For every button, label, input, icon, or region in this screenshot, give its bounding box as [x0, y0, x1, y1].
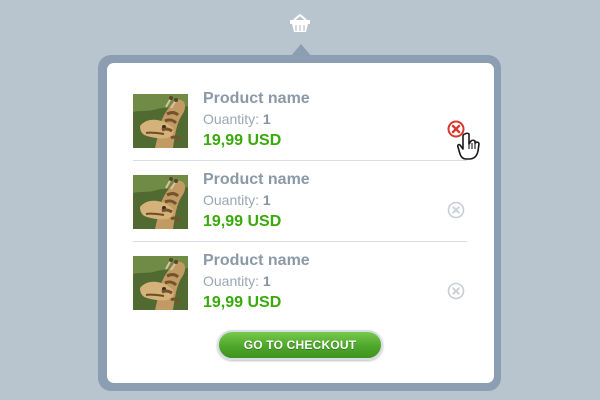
- hand-cursor-icon: [456, 132, 481, 160]
- remove-item-button[interactable]: [447, 282, 465, 300]
- quantity-line: Ouantity: 1: [203, 192, 271, 208]
- quantity-line: Ouantity: 1: [203, 111, 271, 127]
- remove-item-button[interactable]: [447, 201, 465, 219]
- product-price: 19,99 USD: [203, 132, 282, 149]
- giraffe-photo: [133, 256, 188, 310]
- item-divider: [133, 241, 467, 242]
- close-circle-icon: [447, 282, 465, 300]
- giraffe-photo: [133, 94, 188, 148]
- product-price: 19,99 USD: [203, 294, 282, 311]
- go-to-checkout-button[interactable]: GO TO CHECKOUT: [217, 330, 383, 360]
- product-price: 19,99 USD: [203, 213, 282, 230]
- quantity-label: Ouantity:: [203, 192, 260, 208]
- quantity-label: Ouantity:: [203, 111, 260, 127]
- quantity-value: 1: [262, 192, 271, 208]
- cart-item[interactable]: Product name Ouantity: 1 19,99 USD: [107, 170, 494, 248]
- cart-item[interactable]: Product name Ouantity: 1 19,99 USD: [107, 251, 494, 329]
- item-divider: [133, 160, 467, 161]
- giraffe-photo: [133, 175, 188, 229]
- mini-cart-panel: Product name Ouantity: 1 19,99 USD Produ…: [107, 63, 494, 383]
- quantity-value: 1: [262, 273, 271, 289]
- basket-icon[interactable]: [288, 13, 312, 34]
- product-name: Product name: [203, 171, 310, 188]
- quantity-line: Ouantity: 1: [203, 273, 271, 289]
- product-name: Product name: [203, 252, 310, 269]
- page: Product name Ouantity: 1 19,99 USD Produ…: [0, 0, 600, 400]
- quantity-label: Ouantity:: [203, 273, 260, 289]
- quantity-value: 1: [262, 111, 271, 127]
- close-circle-icon: [447, 201, 465, 219]
- cart-item[interactable]: Product name Ouantity: 1 19,99 USD: [107, 89, 494, 167]
- product-name: Product name: [203, 90, 310, 107]
